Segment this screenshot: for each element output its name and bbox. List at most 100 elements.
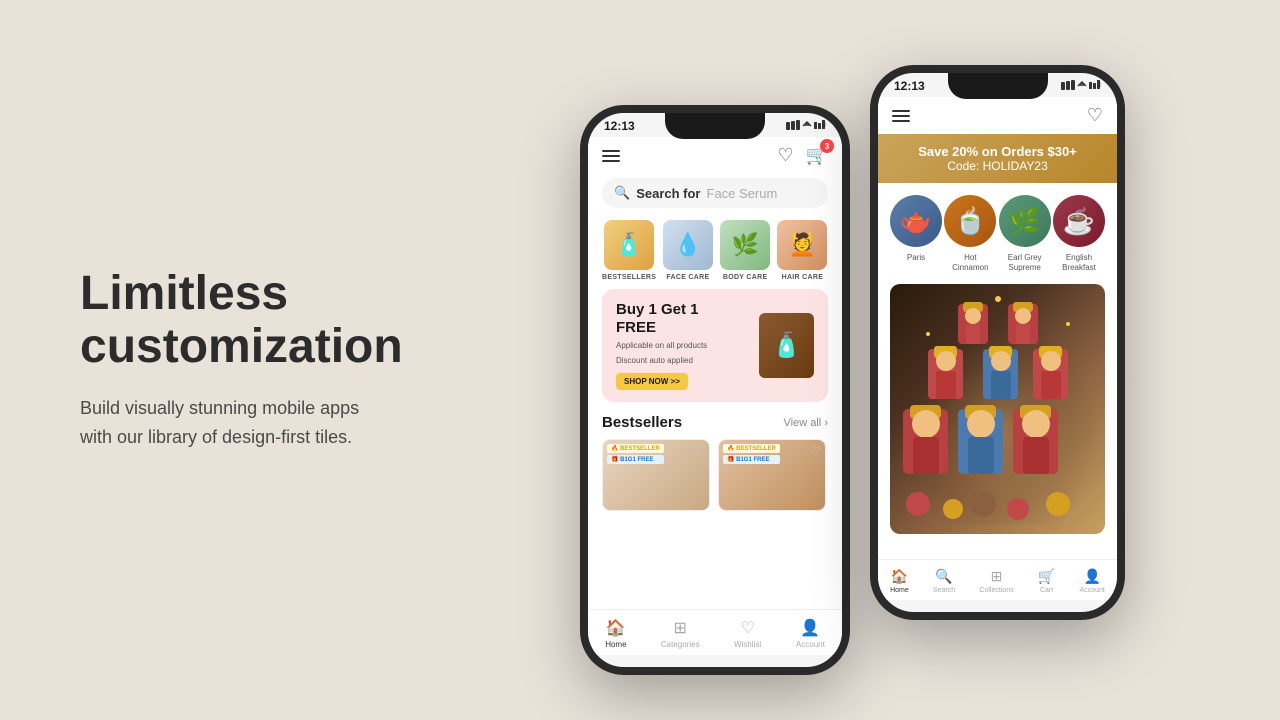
app-header-1: ♡ 🛒 3 (588, 137, 842, 174)
cart-badge: 3 (820, 139, 834, 153)
cat-label-bodycare: BODY CARE (723, 274, 768, 281)
badge-row-1: 🔥 BESTSELLER 🎁 B1G1 FREE (607, 444, 664, 464)
status-icons-1 (786, 120, 826, 132)
cart-icon-2: 🛒 (1038, 568, 1055, 585)
tea-label-paris: Paris (907, 253, 925, 263)
nav2-cart-label: Cart (1040, 587, 1053, 594)
categories-icon: ⊞ (674, 618, 687, 638)
headline: Limitless customization (80, 268, 500, 374)
search-placeholder: Face Serum (707, 186, 778, 201)
promo-products: 🧴 (759, 313, 814, 378)
tea-earl[interactable]: 🌿 Earl GreySupreme (999, 195, 1051, 272)
search-bar[interactable]: 🔍 Search for Face Serum (602, 178, 828, 208)
status-time-2: 12:13 (894, 79, 925, 93)
subtext: Build visually stunning mobile apps with… (80, 394, 500, 452)
nav-account-label: Account (796, 640, 825, 649)
wishlist-icon[interactable]: ♡ (777, 145, 793, 166)
promo-desc2: Discount auto applied (616, 356, 759, 365)
search-label: Search for (636, 186, 700, 201)
nav2-cart[interactable]: 🛒 Cart (1038, 568, 1055, 594)
product-card-2[interactable]: 🔥 BESTSELLER 🎁 B1G1 FREE ♡ (718, 439, 826, 511)
nav-home-label: Home (605, 640, 626, 649)
tea-label-earl: Earl GreySupreme (1008, 253, 1042, 272)
product-img-2: 🔥 BESTSELLER 🎁 B1G1 FREE ♡ (719, 440, 825, 510)
cat-img-haircare: 💆 (777, 220, 827, 270)
badge-bogo-2: 🎁 B1G1 FREE (723, 455, 780, 464)
product-cards: 🔥 BESTSELLER 🎁 B1G1 FREE ♡ 🔥 BESTSELLER … (602, 439, 828, 511)
hamburger-icon-2[interactable] (892, 110, 910, 122)
product-heart-1[interactable]: ♡ (694, 444, 705, 458)
nav-categories[interactable]: ⊞ Categories (661, 618, 700, 649)
category-haircare[interactable]: 💆 HAIR CARE (777, 220, 828, 281)
notch-2 (948, 73, 1048, 99)
categories-row: 🧴 BESTSELLERS 💧 FACE CARE 🌿 BODY CARE (588, 216, 842, 289)
nav-wishlist[interactable]: ♡ Wishlist (734, 618, 762, 649)
phone-2: 12:13 (870, 65, 1125, 620)
cat-label-bestsellers: BESTSELLERS (602, 274, 656, 281)
account-icon: 👤 (800, 618, 820, 638)
nutcracker-svg (898, 294, 1098, 524)
tea-categories: 🫖 Paris 🍵 HotCinnamon 🌿 Earl GreySupreme (878, 183, 1117, 276)
promo-banner: Buy 1 Get 1FREE Applicable on all produc… (602, 289, 828, 402)
cat-img-facecare: 💧 (663, 220, 713, 270)
phone-1: 12:13 (580, 105, 850, 675)
nav2-collections-label: Collections (979, 587, 1013, 594)
nav2-search-label: Search (933, 587, 955, 594)
phone-1-content: ♡ 🛒 3 🔍 Search for Face Serum 🧴 (588, 137, 842, 655)
status-icons-2 (1061, 80, 1101, 92)
nav2-home[interactable]: 🏠 Home (890, 568, 909, 594)
wishlist-nav-icon: ♡ (741, 618, 755, 638)
cat-label-haircare: HAIR CARE (782, 274, 824, 281)
tea-paris[interactable]: 🫖 Paris (890, 195, 942, 272)
cart-icon[interactable]: 🛒 3 (806, 145, 828, 166)
nav2-account-label: Account (1080, 587, 1105, 594)
badge-bestseller-2: 🔥 BESTSELLER (723, 444, 780, 453)
badge-bogo-1: 🎁 B1G1 FREE (607, 455, 664, 464)
nav-account[interactable]: 👤 Account (796, 618, 825, 649)
product-heart-2[interactable]: ♡ (810, 444, 821, 458)
category-bodycare[interactable]: 🌿 BODY CARE (720, 220, 771, 281)
view-all-link[interactable]: View all › (784, 417, 828, 429)
cat-img-bodycare: 🌿 (720, 220, 770, 270)
nav2-account[interactable]: 👤 Account (1080, 568, 1105, 594)
tea-circle-english: ☕ (1053, 195, 1105, 247)
badge-bestseller-1: 🔥 BESTSELLER (607, 444, 664, 453)
hamburger-icon[interactable] (602, 150, 620, 162)
account-icon-2: 👤 (1083, 568, 1100, 585)
hero-image-2 (890, 284, 1105, 534)
bestsellers-section: Bestsellers View all › 🔥 BESTSELLER 🎁 B1… (588, 410, 842, 515)
cat-img-bestsellers: 🧴 (604, 220, 654, 270)
category-bestsellers[interactable]: 🧴 BESTSELLERS (602, 220, 656, 281)
promo-code: Code: HOLIDAY23 (892, 159, 1103, 173)
tea-circle-earl: 🌿 (999, 195, 1051, 247)
tea-english[interactable]: ☕ EnglishBreakfast (1053, 195, 1105, 272)
nav2-home-label: Home (890, 587, 909, 594)
promo-offer: Save 20% on Orders $30+ (892, 144, 1103, 159)
tea-label-cinnamon: HotCinnamon (952, 253, 988, 272)
home-icon-2: 🏠 (891, 568, 908, 585)
badge-row-2: 🔥 BESTSELLER 🎁 B1G1 FREE (723, 444, 780, 464)
notch-1 (665, 113, 765, 139)
product-card-1[interactable]: 🔥 BESTSELLER 🎁 B1G1 FREE ♡ (602, 439, 710, 511)
promo-title: Buy 1 Get 1FREE (616, 301, 759, 337)
tea-cinnamon[interactable]: 🍵 HotCinnamon (944, 195, 996, 272)
tea-circle-cinnamon: 🍵 (944, 195, 996, 247)
search-icon-2: 🔍 (935, 568, 952, 585)
promo-cta[interactable]: SHOP NOW >> (616, 373, 688, 390)
bestsellers-title: Bestsellers (602, 414, 682, 431)
phone-2-content: ♡ Save 20% on Orders $30+ Code: HOLIDAY2… (878, 97, 1117, 600)
section-header: Bestsellers View all › (602, 414, 828, 431)
wishlist-icon-2[interactable]: ♡ (1087, 105, 1103, 126)
nav2-search[interactable]: 🔍 Search (933, 568, 955, 594)
home-icon: 🏠 (606, 618, 626, 638)
nav2-collections[interactable]: ⊞ Collections (979, 568, 1013, 594)
cat-label-facecare: FACE CARE (666, 274, 709, 281)
app-header-2: ♡ (878, 97, 1117, 134)
nav-categories-label: Categories (661, 640, 700, 649)
bottom-nav-2: 🏠 Home 🔍 Search ⊞ Collections 🛒 Cart 👤 (878, 559, 1117, 600)
promo-banner-2: Save 20% on Orders $30+ Code: HOLIDAY23 (878, 134, 1117, 183)
left-section: Limitless customization Build visually s… (0, 208, 580, 511)
category-facecare[interactable]: 💧 FACE CARE (662, 220, 713, 281)
promo-text: Buy 1 Get 1FREE Applicable on all produc… (616, 301, 759, 390)
nav-home[interactable]: 🏠 Home (605, 618, 626, 649)
